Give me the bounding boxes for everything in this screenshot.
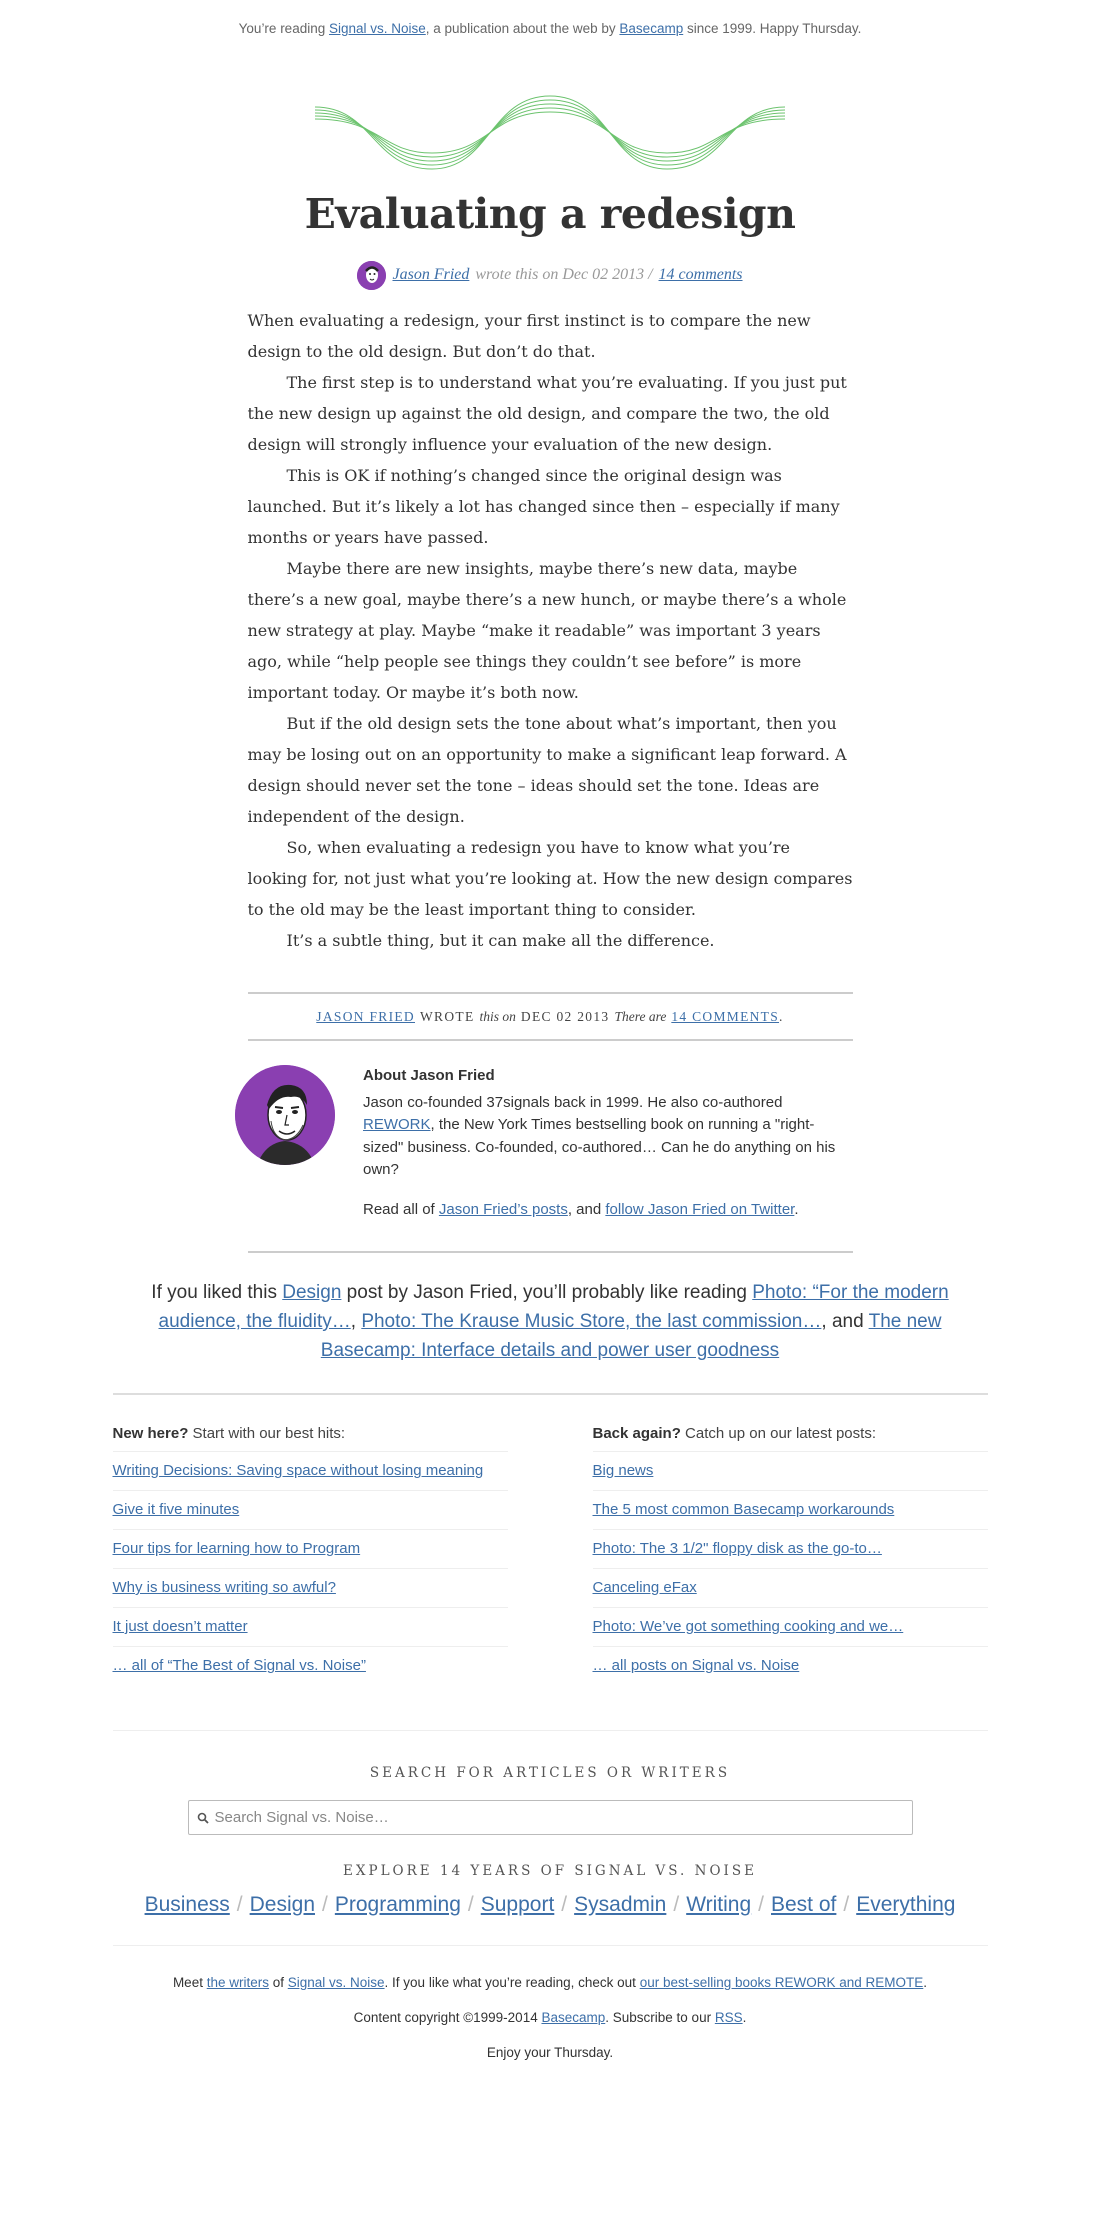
byline: Jason Fried wrote this on Dec 02 2013 / … [0, 259, 1100, 291]
list-item: Photo: The 3 1/2" floppy disk as the go-… [592, 1530, 988, 1569]
category-nav: Business / Design / Programming / Support / Sysa… [144, 1893, 956, 1916]
about-body: About Jason Fried Jason co-founded 37sig… [363, 1065, 843, 1221]
footer-enjoy: Enjoy your Thursday. [486, 2045, 614, 2060]
rss-link[interactable]: RSS [715, 2010, 743, 2025]
paragraph: It’s a subtle thing, but it can make all… [286, 931, 715, 950]
footer-copyright: Content copyright ©1999-2014 Basecamp. S… [353, 2010, 747, 2025]
footer-meet: Meet the writers of Signal vs. Noise. If… [172, 1975, 928, 1990]
list-item: Canceling eFax [592, 1569, 988, 1608]
related-link-2[interactable]: Photo: The Krause Music Store, the last … [361, 1311, 821, 1332]
publication-link[interactable]: Signal vs. Noise [329, 21, 426, 36]
search-box[interactable] [187, 1800, 913, 1835]
list-item: Writing Decisions: Saving space without … [112, 1452, 508, 1491]
best-hit-link[interactable]: Writing Decisions: Saving space without … [113, 1462, 484, 1479]
paragraph: This is OK if nothing’s changed since th… [247, 466, 840, 547]
meta-author-link[interactable]: JASON FRIED [316, 1009, 415, 1025]
post-meta: JASON FRIED WROTE this on DEC 02 2013 Th… [247, 992, 853, 1041]
author-posts-link[interactable]: Jason Fried’s posts [439, 1201, 568, 1218]
category-link[interactable]: Design [282, 1282, 341, 1303]
latest-link[interactable]: Photo: The 3 1/2" floppy disk as the go-… [593, 1540, 882, 1557]
paragraph: But if the old design sets the tone abou… [247, 714, 847, 826]
list-item: Big news [592, 1452, 988, 1491]
best-hit-link[interactable]: Give it five minutes [113, 1501, 240, 1518]
category-everything[interactable]: Everything [856, 1893, 955, 1916]
about-read-more: Read all of Jason Fried’s posts, and fol… [363, 1200, 799, 1218]
wave-logo [315, 95, 785, 170]
author-portrait-icon [235, 1065, 335, 1165]
best-hit-link[interactable]: Why is business writing so awful? [113, 1579, 336, 1596]
paragraph: The first step is to understand what you… [247, 373, 847, 454]
best-hit-link[interactable]: It just doesn’t matter [113, 1618, 248, 1635]
article-body: When evaluating a redesign, your first i… [248, 305, 853, 956]
about-text: Jason co-founded 37signals back in 1999.… [363, 1093, 836, 1179]
author-portrait-icon [357, 260, 387, 290]
related-posts: If you liked this Design post by Jason F… [151, 1282, 949, 1361]
byline-text: wrote this on Dec 02 2013 / [475, 266, 653, 283]
author-link[interactable]: Jason Fried [392, 266, 469, 284]
company-link[interactable]: Basecamp [619, 21, 683, 36]
explore-label: EXPLORE 14 YEARS OF SIGNAL VS. NOISE [343, 1863, 757, 1879]
latest-posts: Back again? Catch up on our latest posts… [592, 1425, 988, 1686]
post-title: Evaluating a redesign [304, 190, 796, 238]
paragraph: So, when evaluating a redesign you have … [247, 838, 853, 919]
author-avatar[interactable] [235, 1065, 335, 1165]
list-item: Give it five minutes [112, 1491, 508, 1530]
books-link[interactable]: our best-selling books REWORK and REMOTE [640, 1975, 924, 1990]
meta-comments-link[interactable]: 14 COMMENTS [671, 1009, 779, 1024]
category-design[interactable]: Design [250, 1893, 315, 1916]
list-item: Why is business writing so awful? [112, 1569, 508, 1608]
comments-link[interactable]: 14 comments [659, 266, 743, 284]
list-item: Four tips for learning how to Program [112, 1530, 508, 1569]
best-hits-heading: New here? Start with our best hits: [112, 1425, 508, 1452]
latest-link[interactable]: The 5 most common Basecamp workarounds [593, 1501, 895, 1518]
author-avatar-small[interactable] [357, 260, 387, 290]
category-business[interactable]: Business [145, 1893, 230, 1916]
svn-link[interactable]: Signal vs. Noise [288, 1975, 385, 1990]
about-title: About Jason Fried [363, 1067, 495, 1084]
paragraph: When evaluating a redesign, your first i… [247, 311, 811, 361]
latest-heading: Back again? Catch up on our latest posts… [592, 1425, 988, 1452]
list-item: Photo: We’ve got something cooking and w… [592, 1608, 988, 1647]
list-item: It just doesn’t matter [112, 1608, 508, 1647]
category-writing[interactable]: Writing [686, 1893, 751, 1916]
best-of-all-link[interactable]: … all of “The Best of Signal vs. Noise” [113, 1657, 366, 1674]
rework-link[interactable]: REWORK [363, 1116, 431, 1133]
search-label: SEARCH FOR ARTICLES OR WRITERS [369, 1765, 731, 1781]
footer-basecamp-link[interactable]: Basecamp [541, 2010, 605, 2025]
divider [247, 1251, 853, 1253]
category-sysadmin[interactable]: Sysadmin [574, 1893, 666, 1916]
best-hits: New here? Start with our best hits: Writ… [112, 1425, 508, 1686]
search-input[interactable] [214, 1809, 895, 1826]
latest-link[interactable]: Big news [593, 1462, 654, 1479]
about-author: About Jason Fried Jason co-founded 37sig… [235, 1065, 865, 1251]
list-item: … all of “The Best of Signal vs. Noise” [113, 1647, 508, 1686]
latest-link[interactable]: Canceling eFax [593, 1579, 697, 1596]
list-item: The 5 most common Basecamp workarounds [592, 1491, 988, 1530]
search-icon [197, 1812, 209, 1824]
divider [112, 1945, 988, 1946]
category-support[interactable]: Support [481, 1893, 555, 1916]
meta-date: DEC 02 2013 [520, 1008, 610, 1024]
twitter-link[interactable]: follow Jason Fried on Twitter [605, 1201, 794, 1218]
publication-note: You’re reading Signal vs. Noise, a publi… [238, 21, 862, 36]
best-hit-link[interactable]: Four tips for learning how to Program [113, 1540, 361, 1557]
writers-link[interactable]: the writers [207, 1975, 269, 1990]
divider [112, 1730, 988, 1731]
paragraph: Maybe there are new insights, maybe ther… [247, 559, 847, 702]
divider [112, 1393, 988, 1395]
post-lists: New here? Start with our best hits: Writ… [112, 1425, 988, 1686]
latest-link[interactable]: Photo: We’ve got something cooking and w… [593, 1618, 904, 1635]
category-best-of[interactable]: Best of [771, 1893, 836, 1916]
list-item: … all posts on Signal vs. Noise [593, 1647, 988, 1686]
category-programming[interactable]: Programming [335, 1893, 461, 1916]
footer: Meet the writers of Signal vs. Noise. If… [0, 1975, 1100, 2080]
all-posts-link[interactable]: … all posts on Signal vs. Noise [593, 1657, 800, 1674]
